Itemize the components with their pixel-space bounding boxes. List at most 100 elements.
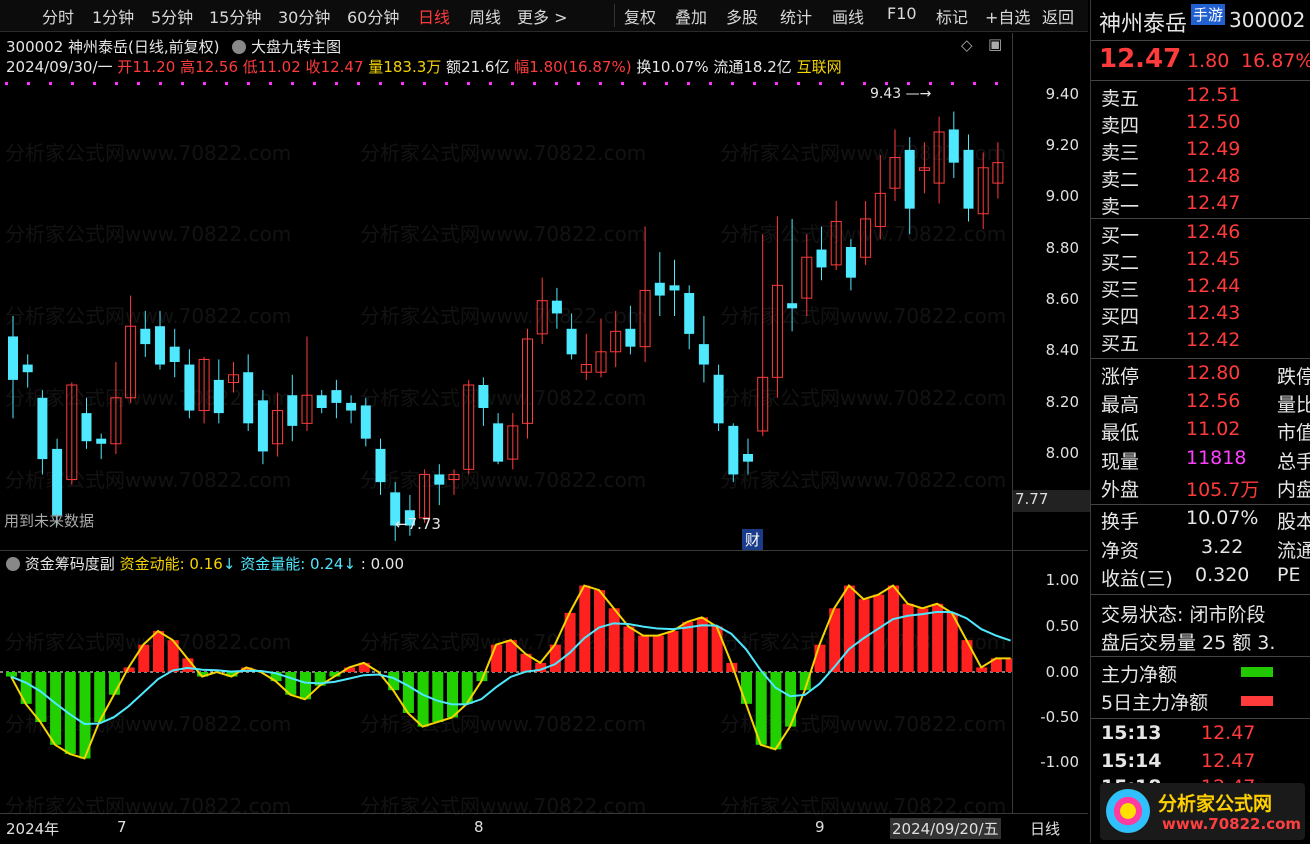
site-logo: 分析家公式网 www.70822.com — [1100, 783, 1305, 840]
y-tick: 8.80 — [1045, 239, 1079, 257]
tab-intraday[interactable]: 分时 — [42, 4, 74, 28]
ask-price[interactable]: 12.47 — [1186, 192, 1240, 214]
fund-bar — [667, 631, 679, 672]
button-draw[interactable]: 画线 — [832, 4, 864, 28]
fund-bar — [447, 672, 458, 718]
candle-body-down — [493, 423, 504, 462]
stat-label: 流通 — [1277, 540, 1310, 562]
bid-label: 买四 — [1101, 306, 1140, 328]
dotted-marker — [643, 82, 646, 85]
fund-bar — [461, 672, 473, 704]
button-add-favorite[interactable]: +自选 — [985, 4, 1030, 28]
open-value: 11.20 — [132, 58, 176, 76]
ask-price[interactable]: 12.51 — [1186, 84, 1240, 106]
button-statistics[interactable]: 统计 — [780, 4, 812, 28]
ask-price[interactable]: 12.50 — [1186, 111, 1240, 133]
candle-body-down — [37, 397, 48, 460]
tick-price: 12.47 — [1201, 722, 1256, 744]
bid-price[interactable]: 12.45 — [1186, 248, 1240, 270]
fund-bar — [638, 635, 650, 672]
dotted-marker — [621, 82, 624, 85]
line1-value: 0.16 — [189, 555, 223, 573]
candle-body-down — [551, 300, 562, 314]
dotted-marker — [929, 82, 932, 85]
change-value: 1.80(16.87%) — [529, 58, 632, 76]
ask-label: 卖四 — [1101, 115, 1140, 137]
dotted-marker — [225, 82, 228, 85]
stat-value: 105.7万 — [1186, 479, 1260, 501]
indicator-name[interactable]: 大盘九转主图 — [251, 38, 341, 56]
tab-60min[interactable]: 60分钟 — [347, 4, 399, 28]
fund-indicator-chart[interactable] — [0, 572, 1012, 812]
dotted-marker — [731, 82, 734, 85]
candle-body-down — [22, 364, 33, 373]
bid-price[interactable]: 12.46 — [1186, 221, 1240, 243]
candle-body-down — [360, 405, 371, 439]
diamond-icon[interactable]: ◇ — [961, 36, 973, 54]
fund-bar — [623, 626, 635, 672]
button-multi-stock[interactable]: 多股 — [726, 4, 758, 28]
tab-more[interactable]: 更多 > — [517, 4, 568, 28]
stat-value: 10.07% — [1186, 507, 1259, 529]
amount-label: 额 — [446, 58, 462, 76]
sector-link[interactable]: 互联网 — [797, 58, 842, 76]
button-overlay[interactable]: 叠加 — [675, 4, 707, 28]
bid-price[interactable]: 12.44 — [1186, 275, 1240, 297]
stat-label: 市值 — [1277, 422, 1310, 444]
stat-value: 12.80 — [1186, 362, 1241, 384]
candle-body-down — [566, 328, 577, 355]
ohlc-row: 2024/09/30/一 开11.20 高12.56 低11.02 收12.47… — [6, 56, 842, 77]
tick-time: 15:14 — [1101, 750, 1162, 772]
tab-15min[interactable]: 15分钟 — [209, 4, 261, 28]
candle-body-down — [787, 303, 798, 309]
tab-daily[interactable]: 日线 — [418, 4, 450, 28]
turnover-label: 换 — [636, 58, 652, 76]
high-price-annotation: 9.43 —→ — [870, 86, 932, 102]
dropdown-circle-icon[interactable] — [232, 40, 247, 54]
tick-time: 15:13 — [1101, 722, 1162, 744]
dotted-marker — [489, 82, 492, 85]
stat-value: 12.56 — [1186, 390, 1241, 412]
dotted-marker — [995, 82, 998, 85]
low-value: 11.02 — [257, 58, 301, 76]
dotted-marker — [115, 82, 118, 85]
bid-price[interactable]: 12.42 — [1186, 329, 1240, 351]
close-value: 12.47 — [320, 58, 364, 76]
dotted-marker — [467, 82, 470, 85]
stat-label: 现量 — [1101, 451, 1140, 473]
button-f10[interactable]: F10 — [887, 4, 917, 23]
bid-price[interactable]: 12.43 — [1186, 302, 1240, 324]
tab-5min[interactable]: 5分钟 — [151, 4, 193, 28]
ask-price[interactable]: 12.48 — [1186, 165, 1240, 187]
tick-price: 12.47 — [1201, 750, 1256, 772]
fund-bar — [902, 603, 914, 672]
concept-badge[interactable]: 手游 — [1191, 4, 1226, 25]
fund-bar — [961, 640, 973, 672]
fund-bar — [932, 603, 944, 672]
stat-label: 内盘 — [1277, 479, 1310, 501]
tab-1min[interactable]: 1分钟 — [92, 4, 134, 28]
dropdown-circle-icon[interactable] — [6, 557, 20, 571]
stat-value: 11.02 — [1186, 418, 1241, 440]
button-mark[interactable]: 标记 — [936, 4, 968, 28]
candle-body-down — [728, 425, 739, 475]
tab-30min[interactable]: 30分钟 — [278, 4, 330, 28]
sub-indicator-title[interactable]: 资金筹码度副 — [25, 555, 115, 573]
dotted-marker — [159, 82, 162, 85]
period-label[interactable]: 日线 — [1030, 818, 1060, 839]
dotted-marker — [5, 82, 8, 85]
y-tick: 8.60 — [1045, 290, 1079, 308]
tab-weekly[interactable]: 周线 — [469, 4, 501, 28]
finance-marker[interactable]: 财 — [742, 529, 764, 550]
candle-body-down — [140, 328, 151, 345]
dotted-marker — [71, 82, 74, 85]
dotted-marker — [709, 82, 712, 85]
window-toggle-icon[interactable]: ▣ — [988, 35, 1002, 53]
button-rights[interactable]: 复权 — [624, 4, 656, 28]
ask-price[interactable]: 12.49 — [1186, 138, 1240, 160]
button-back[interactable]: 返回 — [1042, 4, 1074, 28]
candlestick-chart[interactable] — [0, 82, 1012, 550]
high-label: 高 — [180, 58, 196, 76]
candle-body-down — [713, 374, 724, 424]
dotted-marker — [291, 82, 294, 85]
